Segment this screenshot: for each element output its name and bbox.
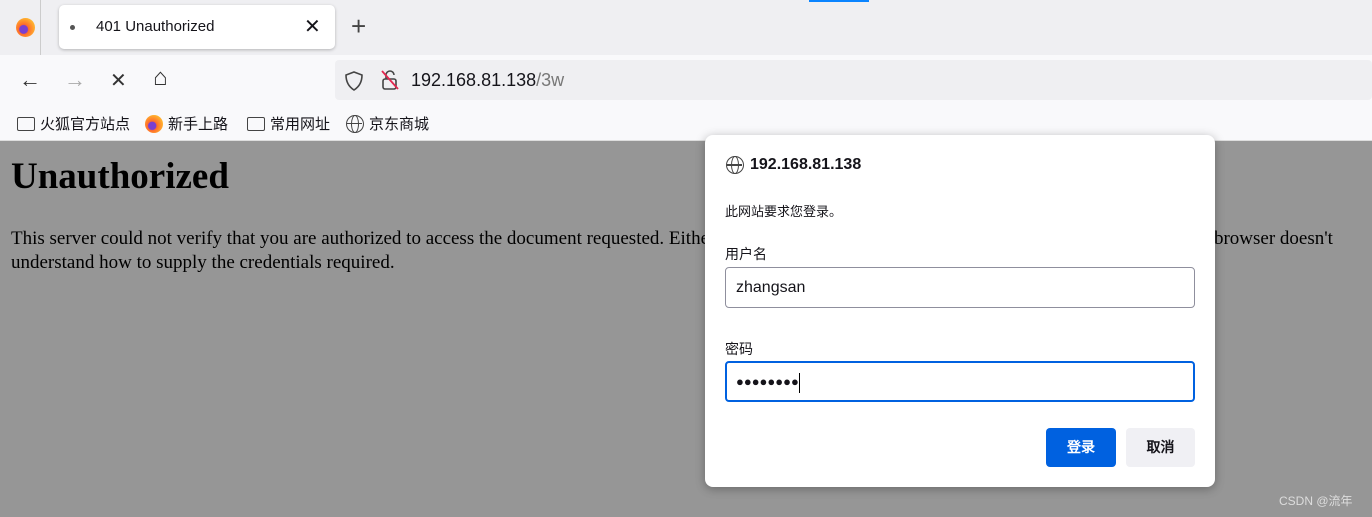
tab-strip-indicator <box>809 0 869 2</box>
bookmark-getting-started[interactable]: 新手上路 <box>145 113 228 134</box>
insecure-lock-icon[interactable] <box>379 69 401 91</box>
shield-icon[interactable] <box>344 70 364 92</box>
bookmark-firefox-official[interactable]: 火狐官方站点 <box>17 113 130 134</box>
password-label: 密码 <box>725 341 753 357</box>
url-text[interactable]: 192.168.81.138/3w <box>411 70 564 91</box>
back-button[interactable]: ← <box>19 67 41 93</box>
home-button[interactable]: ⌂ <box>153 64 168 92</box>
bookmark-label: 京东商城 <box>369 116 430 133</box>
bookmark-label: 常用网址 <box>270 116 331 133</box>
bookmark-common-sites[interactable]: 常用网址 <box>247 113 330 134</box>
auth-dialog: 192.168.81.138 此网站要求您登录。 用户名 zhangsan 密码… <box>705 135 1215 487</box>
stop-button[interactable]: ✕ <box>110 68 127 93</box>
login-button[interactable]: 登录 <box>1046 428 1116 467</box>
folder-icon <box>247 116 265 131</box>
globe-icon <box>346 114 364 133</box>
tab-title: 401 Unauthorized <box>96 18 215 35</box>
password-input[interactable]: ●●●●●●●● <box>725 361 1195 402</box>
globe-icon <box>726 156 744 174</box>
nav-bar: ← → ✕ ⌂ 192.168.81.138/3w <box>0 55 1372 107</box>
dialog-host: 192.168.81.138 <box>750 156 862 173</box>
firefox-icon[interactable] <box>16 18 35 37</box>
firefox-icon <box>145 114 163 133</box>
bookmark-label: 新手上路 <box>168 116 229 133</box>
dialog-message: 此网站要求您登录。 <box>725 204 843 219</box>
dialog-header: 192.168.81.138 <box>726 156 861 174</box>
bookmark-label: 火狐官方站点 <box>40 116 131 133</box>
tab-close-icon[interactable]: ✕ <box>304 14 321 39</box>
forward-button[interactable]: → <box>64 67 86 93</box>
folder-icon <box>17 116 35 131</box>
cancel-button[interactable]: 取消 <box>1126 428 1195 467</box>
url-path: /3w <box>536 70 565 90</box>
tab-bar: 401 Unauthorized ✕ + <box>0 0 1372 55</box>
tab-401-unauthorized[interactable]: 401 Unauthorized ✕ <box>59 5 335 49</box>
username-label: 用户名 <box>725 246 767 262</box>
username-input[interactable]: zhangsan <box>725 267 1195 308</box>
text-caret <box>798 372 800 393</box>
bookmark-jd[interactable]: 京东商城 <box>346 113 429 134</box>
loading-dot-icon <box>70 25 75 30</box>
url-bar[interactable]: 192.168.81.138/3w <box>335 60 1372 100</box>
divider <box>40 0 41 55</box>
new-tab-button[interactable]: + <box>351 11 366 42</box>
url-host: 192.168.81.138 <box>411 70 537 90</box>
password-dots: ●●●●●●●● <box>736 374 799 389</box>
watermark: CSDN @流年 <box>1279 494 1353 508</box>
